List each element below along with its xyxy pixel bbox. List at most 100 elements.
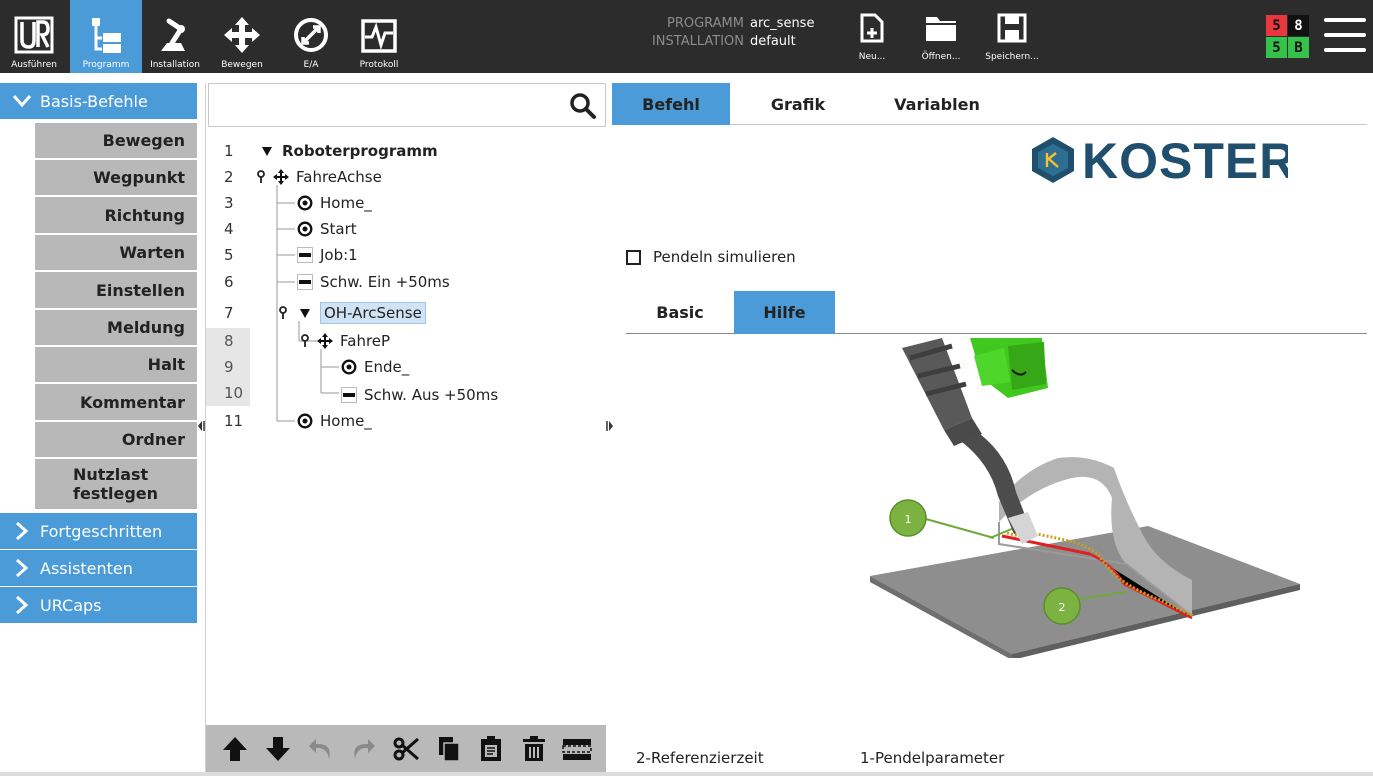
tree-toolbar [206,725,606,773]
top-bar: Ausführen Programm Installation Bewegen … [0,0,1373,73]
nav-installation-button[interactable]: Installation [144,0,206,73]
command-label: Ordner [121,430,185,449]
status-cell-tl: 5 [1266,15,1287,36]
move-down-icon[interactable] [263,734,293,764]
waypoint-icon [296,194,314,212]
program-info: PROGRAMM arc_sense INSTALLATION default [636,15,815,51]
expand-triangle-icon[interactable] [258,142,276,160]
tab-variablen[interactable]: Variablen [862,83,1012,125]
redo-icon[interactable] [348,734,378,764]
command-bewegen[interactable]: Bewegen [35,123,197,160]
marker-1-label: 1 [905,513,912,526]
footer-pendelparameter: 1-Pendelparameter [860,749,1005,767]
tree-node-ende[interactable]: Ende_ [340,354,409,380]
waypoint-icon [296,412,314,430]
suppress-icon[interactable] [561,734,592,764]
command-label: Meldung [107,318,185,337]
tree-node-fahreachse[interactable]: FahreAchse [256,164,382,190]
tree-node-home-2[interactable]: Home_ [296,408,372,434]
command-warten[interactable]: Warten [35,235,197,272]
pendeln-checkbox-row[interactable]: Pendeln simulieren [626,248,796,266]
tree-node-start[interactable]: Start [296,216,357,242]
nav-installation-label: Installation [150,60,200,70]
save-disk-icon [997,8,1027,48]
breakpoint-pin-icon[interactable] [256,170,268,184]
nav-io-button[interactable]: E/A [280,0,342,73]
command-wegpunkt[interactable]: Wegpunkt [35,160,197,197]
category-fortgeschritten[interactable]: Fortgeschritten [0,513,197,549]
copy-icon[interactable] [434,734,464,764]
set-icon [296,273,314,291]
open-folder-icon [924,8,958,48]
tree-node-fahrep[interactable]: FahreP [300,328,390,354]
node-label: Start [320,220,357,238]
command-richtung[interactable]: Richtung [35,197,197,235]
koster-logo: KOSTER [1026,133,1295,189]
tree-node-schw-ein[interactable]: Schw. Ein +50ms [296,269,450,295]
move-up-icon[interactable] [220,734,250,764]
set-icon [296,246,314,264]
weave-help-illustration: 1 2 [862,338,1312,660]
nav-run-button[interactable]: Ausführen [0,0,68,73]
tab-basic[interactable]: Basic [626,291,734,334]
nav-program-label: Programm [82,60,130,70]
paste-icon[interactable] [476,734,506,764]
node-label: Job:1 [320,246,358,264]
tab-befehl[interactable]: Befehl [612,83,730,125]
status-cell-tr: 8 [1288,15,1309,36]
save-button[interactable]: Speichern... [976,8,1048,66]
breakpoint-pin-icon[interactable] [300,334,312,348]
marker-2-label: 2 [1059,601,1066,614]
tree-node-roboterprogramm[interactable]: Roboterprogramm [258,138,438,164]
cut-icon[interactable] [391,734,421,764]
footer-referenzierzeit: 2-Referenzierzeit [636,749,764,767]
undo-icon[interactable] [306,734,336,764]
delete-icon[interactable] [519,734,549,764]
nav-log-button[interactable]: Protokoll [346,0,412,73]
node-label: Ende_ [364,358,410,376]
nav-program-button[interactable]: Programm [70,0,142,73]
logo-text: KOSTER [1082,133,1288,187]
chevron-right-icon [10,595,34,615]
open-button[interactable]: Öffnen... [912,8,970,66]
tab-grafik[interactable]: Grafik [738,83,858,125]
hamburger-menu-icon[interactable] [1324,18,1366,56]
move-node-icon [272,168,290,186]
program-tree-panel: 1 2 3 4 5 6 7 8 9 10 11 Roboterprogramm … [205,83,606,773]
command-einstellen[interactable]: Einstellen [35,272,197,310]
breakpoint-pin-icon[interactable] [278,306,290,320]
nav-run-label: Ausführen [11,60,57,70]
new-label: Neu... [858,52,886,62]
pendeln-checkbox[interactable] [626,249,641,265]
new-button[interactable]: Neu... [850,8,894,66]
chevron-down-icon [10,94,34,108]
waypoint-icon [296,220,314,238]
command-halt[interactable]: Halt [35,347,197,384]
bottom-border [0,772,1373,776]
tree-node-home-1[interactable]: Home_ [296,190,372,216]
node-label: Schw. Aus +50ms [364,386,499,404]
node-label: Roboterprogramm [282,142,438,160]
tab-hilfe[interactable]: Hilfe [734,291,835,334]
command-ordner[interactable]: Ordner [35,422,197,459]
tree-node-schw-aus[interactable]: Schw. Aus +50ms [340,382,498,408]
category-urcaps[interactable]: URCaps [0,587,197,623]
command-kommentar[interactable]: Kommentar [35,384,197,422]
nav-move-button[interactable]: Bewegen [210,0,274,73]
command-label: Bewegen [102,131,185,150]
command-meldung[interactable]: Meldung [35,310,197,347]
robot-status-indicator[interactable]: 5 8 5 B [1266,15,1310,59]
category-assistenten[interactable]: Assistenten [0,550,197,586]
program-tree-icon [85,10,127,60]
expand-triangle-icon[interactable] [296,304,314,322]
io-icon [290,10,332,60]
node-label: Schw. Ein +50ms [320,273,450,291]
content-tabs: Befehl Grafik Variablen [612,83,1367,125]
tree-node-oh-arcsense[interactable]: OH-ArcSense [278,300,426,326]
category-label: URCaps [40,595,102,615]
open-label: Öffnen... [921,52,961,62]
category-basis-befehle[interactable]: Basis-Befehle [0,83,197,119]
command-label: Richtung [104,205,185,225]
command-nutzlast-festlegen[interactable]: Nutzlast festlegen [35,459,197,511]
tree-node-job[interactable]: Job:1 [296,242,358,268]
